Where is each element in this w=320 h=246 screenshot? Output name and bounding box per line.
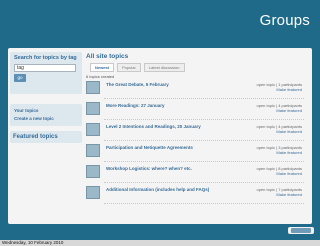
presentation-slide: Groups Search for topics by tag tag go Y…	[0, 0, 320, 240]
topic-meta: open topic | 7 participants Make feature…	[256, 187, 302, 197]
slide-title: Groups	[259, 12, 310, 29]
row-divider	[104, 98, 304, 99]
topic-thumbnail	[86, 81, 100, 94]
topic-link[interactable]: Participation and Netiquette Agreements	[106, 145, 193, 151]
footer-bar: Wednesday, 10 February 2010	[0, 240, 320, 246]
topic-meta: open topic | 4 participants Make feature…	[256, 103, 302, 113]
footer-date: Wednesday, 10 February 2010	[2, 240, 64, 245]
topic-meta: open topic | 8 participants Make feature…	[256, 166, 302, 176]
row-divider	[104, 140, 304, 141]
create-topic-link[interactable]: Create a new topic	[14, 115, 78, 123]
topic-thumbnail	[86, 144, 100, 157]
tag-search-box: Search for topics by tag tag go	[10, 52, 82, 94]
topic-row: Level 2 Intentions and Readings, 20 Janu…	[86, 122, 310, 143]
make-featured-link[interactable]: Make featured	[256, 87, 302, 92]
go-button[interactable]: go	[14, 73, 26, 82]
tab-newest[interactable]: Newest	[90, 63, 115, 72]
main-content: All site topics Newest Popular Latest di…	[86, 52, 310, 222]
topic-thumbnail	[86, 102, 100, 115]
topic-row: More Readings: 27 January open topic | 4…	[86, 101, 310, 122]
row-divider	[104, 161, 304, 162]
topic-thumbnail	[86, 165, 100, 178]
topic-link[interactable]: Workshop Logistics: where? when? etc.	[106, 166, 192, 172]
topic-link[interactable]: Level 2 Intentions and Readings, 20 Janu…	[106, 124, 201, 130]
topic-link[interactable]: More Readings: 27 January	[106, 103, 165, 109]
sidebar-links: Your topics Create a new topic	[10, 104, 82, 126]
tag-search-input[interactable]: tag	[14, 63, 76, 72]
search-title: Search for topics by tag	[14, 55, 77, 61]
make-featured-link[interactable]: Make featured	[256, 192, 302, 197]
topic-meta: open topic | 1 participants Make feature…	[256, 82, 302, 92]
page-title: All site topics	[86, 53, 129, 60]
featured-topics-box: Featured topics	[10, 131, 82, 143]
row-divider	[104, 203, 304, 204]
your-topics-link[interactable]: Your topics	[14, 107, 78, 115]
topic-row: The Great Debate, 5 February open topic …	[86, 80, 310, 101]
topic-row: Additional Information (includes help an…	[86, 185, 310, 206]
make-featured-link[interactable]: Make featured	[256, 108, 302, 113]
make-featured-link[interactable]: Make featured	[256, 150, 302, 155]
topic-meta: open topic | 3 participants Make feature…	[256, 145, 302, 155]
make-featured-link[interactable]: Make featured	[256, 129, 302, 134]
logo-mark	[291, 228, 311, 233]
row-divider	[104, 182, 304, 183]
topic-row: Participation and Netiquette Agreements …	[86, 143, 310, 164]
topic-link[interactable]: Additional Information (includes help an…	[106, 187, 209, 193]
topic-row: Workshop Logistics: where? when? etc. op…	[86, 164, 310, 185]
site-logo	[288, 227, 314, 234]
tab-bar: Newest Popular Latest discussion	[86, 63, 310, 72]
topic-thumbnail	[86, 186, 100, 199]
topic-link[interactable]: The Great Debate, 5 February	[106, 82, 169, 88]
row-divider	[104, 119, 304, 120]
tab-latest-discussion[interactable]: Latest discussion	[143, 63, 185, 72]
tab-popular[interactable]: Popular	[117, 63, 141, 72]
topic-thumbnail	[86, 123, 100, 136]
topic-meta: open topic | 4 participants Make feature…	[256, 124, 302, 134]
featured-topics-title: Featured topics	[13, 134, 58, 140]
make-featured-link[interactable]: Make featured	[256, 171, 302, 176]
